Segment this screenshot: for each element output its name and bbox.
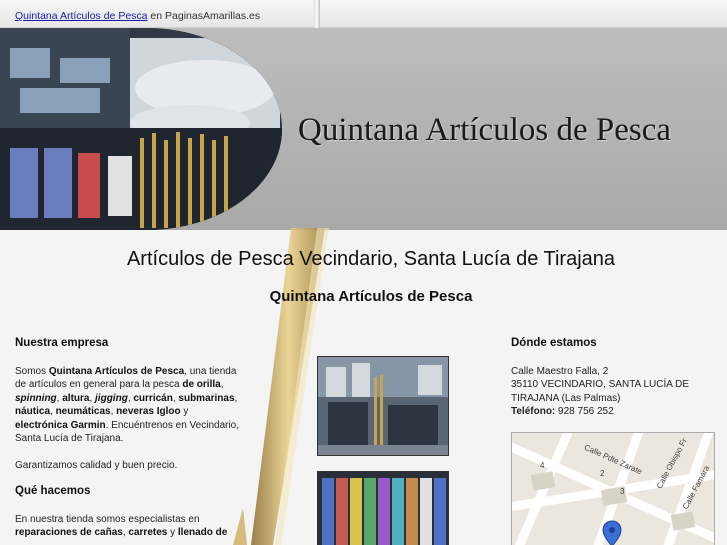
address: Calle Maestro Falla, 2 35110 VECINDARIO,…	[511, 365, 716, 419]
emphasis-text: neveras Igloo	[116, 406, 181, 417]
store-interior-photo[interactable]	[317, 356, 449, 456]
emphasis-text: llenado de	[177, 527, 228, 538]
body-text: ,	[234, 392, 238, 404]
banner-title: Quintana Artículos de Pesca	[298, 112, 671, 148]
header-banner: Quintana Artículos de Pesca	[0, 28, 727, 230]
store-products-art	[318, 472, 448, 545]
location-map[interactable]: Calle Pdte Zarate Calle Obispo Fr Calle …	[511, 432, 715, 545]
site-suffix: en PaginasAmarillas.es	[147, 10, 261, 22]
rod-top-decoration	[314, 0, 320, 28]
emphasis-text: curricán	[133, 392, 173, 404]
page-subheading: Quintana Artículos de Pesca	[269, 288, 473, 305]
store-interior-art	[318, 357, 448, 455]
site-link[interactable]: Quintana Artículos de Pesca	[15, 10, 148, 22]
street-number: 2	[600, 469, 605, 478]
empresa-guarantee: Garantizamos calidad y buen precio.	[15, 459, 178, 471]
section-title-hacemos: Qué hacemos	[15, 485, 91, 497]
phone-number[interactable]: 928 756 252	[555, 406, 614, 417]
street-number: 3	[620, 487, 625, 496]
body-text: y	[167, 527, 178, 538]
store-photo-art	[0, 28, 282, 230]
section-title-empresa: Nuestra empresa	[15, 337, 109, 349]
emphasis-text: neumáticas	[55, 406, 111, 417]
emphasis-text: electrónica Garmin	[15, 419, 106, 431]
address-line-1: Calle Maestro Falla, 2	[511, 365, 609, 377]
street-number: 4	[540, 461, 545, 470]
body-text: y	[180, 406, 189, 417]
right-column: Dónde estamos Calle Maestro Falla, 2 351…	[511, 337, 716, 419]
top-bar: Quintana Artículos de Pesca en PaginasAm…	[0, 0, 727, 28]
left-column: Nuestra empresa Somos Quintana Artículos…	[15, 337, 243, 545]
store-photo	[0, 28, 282, 230]
address-line-2: 35110 VECINDARIO, SANTA LUCÍA DE TIRAJAN…	[511, 379, 690, 404]
emphasis-text: spinning	[15, 392, 57, 404]
emphasis-text: reparaciones de cañas	[15, 527, 123, 538]
emphasis-text: submarinas	[178, 392, 235, 404]
body-text: En nuestra tienda somos especialistas en	[15, 513, 200, 525]
emphasis-text: náutica	[15, 406, 51, 417]
emphasis-text: altura	[62, 392, 90, 404]
body-text: Somos	[15, 365, 49, 377]
hacemos-paragraph: En nuestra tienda somos especialistas en…	[15, 513, 243, 540]
phone-line: Teléfono: 928 756 252	[511, 405, 716, 419]
store-products-photo[interactable]	[317, 471, 449, 545]
map-art	[512, 433, 714, 545]
body-text: ,	[220, 379, 224, 390]
page-heading: Artículos de Pesca Vecindario, Santa Luc…	[126, 248, 616, 270]
empresa-paragraph: Somos Quintana Artículos de Pesca, una t…	[15, 365, 243, 446]
emphasis-text: Quintana Artículos de Pesca	[48, 365, 185, 377]
emphasis-text: carretes	[128, 527, 168, 538]
emphasis-text: de orilla	[182, 379, 221, 390]
phone-label: Teléfono:	[511, 406, 556, 417]
emphasis-text: jigging	[95, 392, 128, 404]
section-title-donde: Dónde estamos	[511, 337, 597, 349]
